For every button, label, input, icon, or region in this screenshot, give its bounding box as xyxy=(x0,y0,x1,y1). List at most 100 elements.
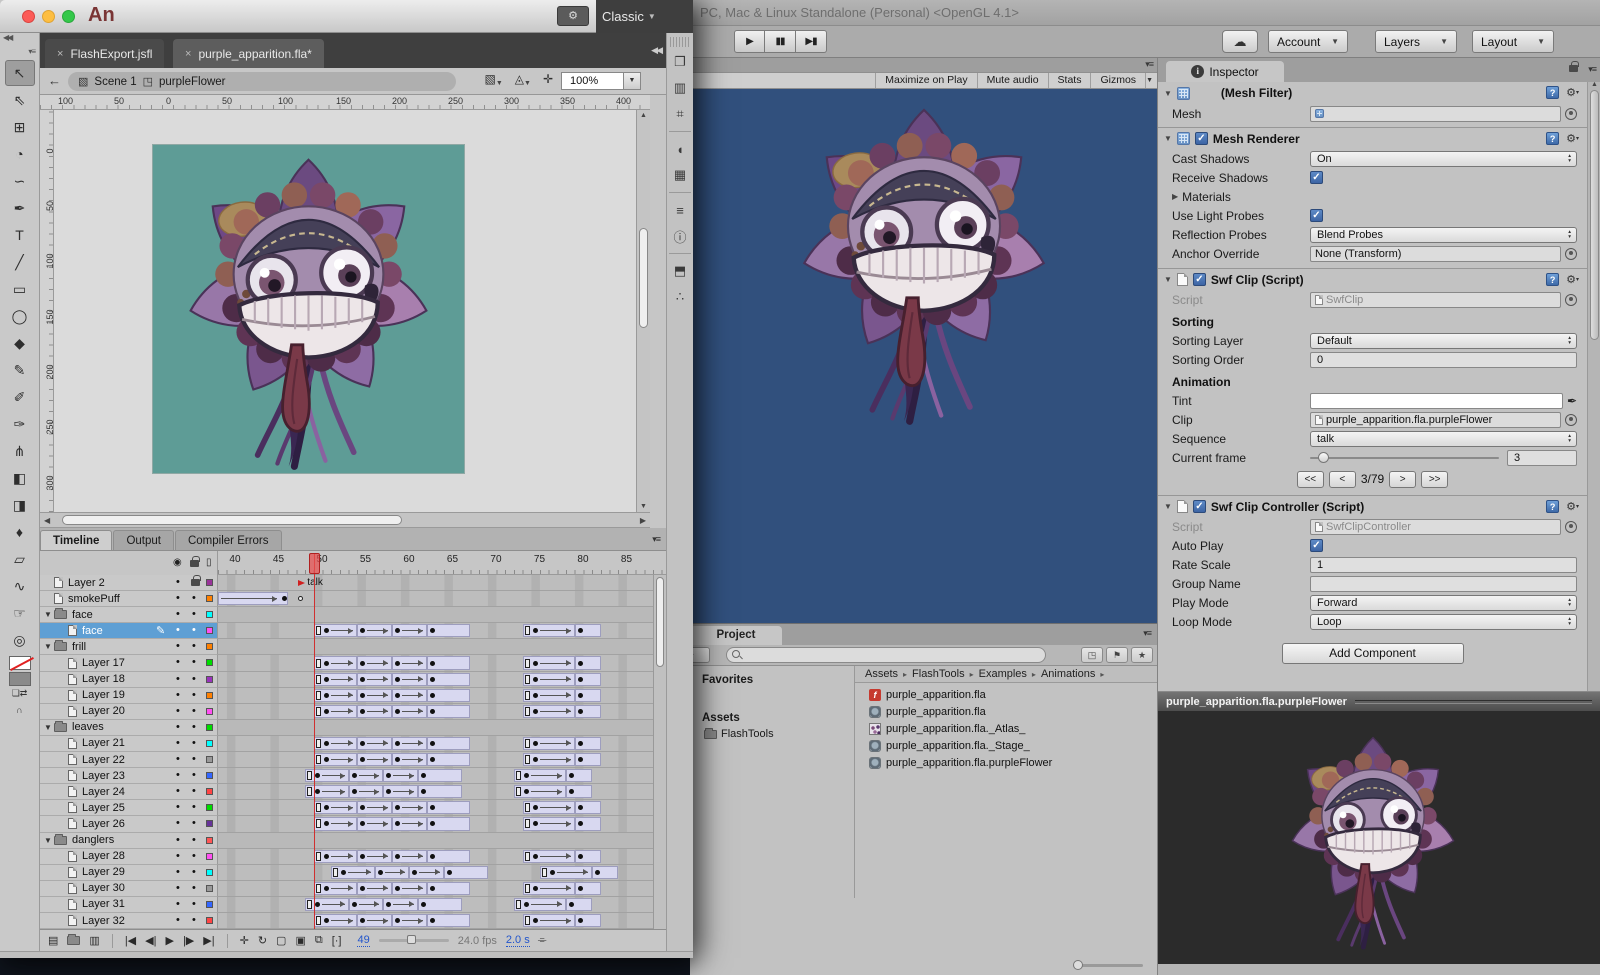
timeline-layer-row[interactable]: Layer 29•• xyxy=(40,865,653,881)
help-icon[interactable]: ? xyxy=(1546,273,1559,286)
reflection-probes-dropdown[interactable]: Blend Probes xyxy=(1310,227,1577,243)
foldout-icon[interactable]: ▼ xyxy=(1164,502,1172,511)
lock-icon[interactable] xyxy=(1569,65,1578,72)
new-folder-button[interactable] xyxy=(67,936,80,945)
scene-panel-icon[interactable]: ⬒ xyxy=(670,260,691,282)
tween-span[interactable] xyxy=(357,850,392,863)
layer-frames-track[interactable] xyxy=(218,768,653,784)
tween-span[interactable] xyxy=(314,753,358,766)
tab-compiler-errors[interactable]: Compiler Errors xyxy=(175,530,282,550)
layer-frames-track[interactable] xyxy=(218,704,653,720)
layer-lock-dot[interactable]: • xyxy=(192,834,196,846)
layer-lock-dot[interactable]: • xyxy=(192,689,196,701)
3d-rotation-tool[interactable]: ◔ xyxy=(5,141,35,167)
sorting-layer-dropdown[interactable]: Default xyxy=(1310,333,1577,349)
layer-outline-color-swatch[interactable] xyxy=(206,724,213,731)
minimize-window-button[interactable] xyxy=(42,10,55,23)
tween-span[interactable] xyxy=(357,882,392,895)
layer-visibility-dot[interactable]: • xyxy=(176,914,180,926)
timeline-layer-row[interactable]: ▼face•• xyxy=(40,607,653,623)
tween-span[interactable] xyxy=(514,898,566,911)
tween-span[interactable] xyxy=(349,769,384,782)
layer-visibility-dot[interactable]: • xyxy=(176,721,180,733)
frame-ruler[interactable]: 40455055606570758085 xyxy=(218,551,666,575)
layer-frames-track[interactable] xyxy=(218,655,653,671)
tween-span[interactable] xyxy=(592,866,618,879)
bone-tool[interactable]: ⋔ xyxy=(5,438,35,464)
scroll-left-icon[interactable]: ◀ xyxy=(44,516,50,525)
layer-lock-dot[interactable]: • xyxy=(192,753,196,765)
timeline-layer-row[interactable]: Layer 19•• xyxy=(40,688,653,704)
layer-frames-track[interactable] xyxy=(218,849,653,865)
rectangle-tool[interactable]: ▭ xyxy=(5,276,35,302)
workspace-switcher-icon[interactable]: ⚙ xyxy=(557,6,589,26)
timeline-layer-row[interactable]: Layer 22•• xyxy=(40,752,653,768)
breadcrumb-symbol[interactable]: purpleFlower xyxy=(159,76,225,88)
project-search-input[interactable] xyxy=(726,647,1046,663)
tween-span[interactable] xyxy=(523,817,575,830)
layer-outline-color-swatch[interactable] xyxy=(206,676,213,683)
panel-menu-icon[interactable]: ▾≡ xyxy=(0,47,39,59)
tween-span[interactable] xyxy=(566,785,592,798)
hand-tool[interactable]: ☞ xyxy=(5,600,35,626)
layer-frames-track[interactable] xyxy=(218,688,653,704)
asset-row[interactable]: purple_apparition.fla xyxy=(855,703,1157,720)
breadcrumb-item[interactable]: Examples xyxy=(979,668,1027,680)
tab-flashexport[interactable]: × FlashExport.jsfl xyxy=(45,39,164,68)
frame-rate-slider[interactable] xyxy=(379,939,449,942)
tween-span[interactable] xyxy=(314,801,358,814)
playhead-handle[interactable] xyxy=(309,553,320,574)
layer-frames-track[interactable] xyxy=(218,865,653,881)
layer-name-cell[interactable]: Layer 17•• xyxy=(40,655,218,671)
layer-visibility-dot[interactable]: • xyxy=(176,608,180,620)
layer-lock-dot[interactable]: • xyxy=(192,737,196,749)
foldout-icon[interactable]: ▼ xyxy=(1164,134,1172,143)
layer-visibility-dot[interactable]: • xyxy=(176,673,180,685)
back-button[interactable]: ← xyxy=(48,73,61,88)
tween-span[interactable] xyxy=(427,656,471,669)
swf-clip-controller-header[interactable]: ▼ Swf Clip Controller (Script) ?⚙ xyxy=(1158,495,1587,517)
edit-scene-icon[interactable]: ▧▼ xyxy=(484,72,502,87)
layer-outline-color-swatch[interactable] xyxy=(206,579,213,586)
layers-dropdown[interactable]: Layers▼ xyxy=(1375,30,1457,53)
asset-row[interactable]: purple_apparition.fla._Stage_ xyxy=(855,737,1157,754)
layer-frames-track[interactable] xyxy=(218,639,653,655)
layer-lock-dot[interactable]: • xyxy=(192,608,196,620)
layer-name-cell[interactable]: Layer 21•• xyxy=(40,736,218,752)
tween-span[interactable] xyxy=(427,850,471,863)
tween-span[interactable] xyxy=(575,624,601,637)
width-tool[interactable]: ∿ xyxy=(5,573,35,599)
layer-name-cell[interactable]: ▼danglers•• xyxy=(40,833,218,849)
scrollbar-thumb[interactable] xyxy=(656,577,664,667)
layer-lock-dot[interactable]: • xyxy=(192,850,196,862)
timeline-layer-row[interactable]: Layer 25•• xyxy=(40,800,653,816)
stage-horizontal-scrollbar[interactable]: ◀ ▶ xyxy=(40,512,650,528)
tween-span[interactable] xyxy=(357,656,392,669)
tween-span[interactable] xyxy=(314,705,358,718)
layer-outline-color-swatch[interactable] xyxy=(206,885,213,892)
tween-span[interactable] xyxy=(409,866,444,879)
current-frame-indicator[interactable]: 49 xyxy=(357,934,369,947)
timeline-layer-row[interactable]: Layer 24•• xyxy=(40,784,653,800)
workspace-dropdown[interactable]: Classic ▼ xyxy=(596,0,693,33)
tween-span[interactable] xyxy=(314,737,358,750)
layer-frames-track[interactable]: talk xyxy=(218,575,653,591)
tween-span[interactable] xyxy=(392,850,427,863)
new-layer-button[interactable]: ▤ xyxy=(48,934,58,947)
info-panel-icon[interactable]: ⓘ xyxy=(670,225,691,247)
elapsed-time-indicator[interactable]: 2.0 s xyxy=(506,934,530,947)
materials-label[interactable]: Materials xyxy=(1182,190,1320,204)
layer-outline-color-swatch[interactable] xyxy=(206,820,213,827)
layer-name-cell[interactable]: Layer 30•• xyxy=(40,881,218,897)
scroll-up-icon[interactable]: ▲ xyxy=(640,112,647,119)
game-view[interactable] xyxy=(690,89,1157,623)
library-panel-icon[interactable]: ▥ xyxy=(670,77,691,99)
tween-span[interactable] xyxy=(392,817,427,830)
tween-span[interactable] xyxy=(566,769,592,782)
free-transform-tool[interactable]: ⊞ xyxy=(5,114,35,140)
layer-lock-dot[interactable]: • xyxy=(192,817,196,829)
tween-span[interactable] xyxy=(523,689,575,702)
folder-expand-icon[interactable]: ▼ xyxy=(44,610,52,619)
tween-span[interactable] xyxy=(514,785,566,798)
tween-span[interactable] xyxy=(314,914,358,927)
